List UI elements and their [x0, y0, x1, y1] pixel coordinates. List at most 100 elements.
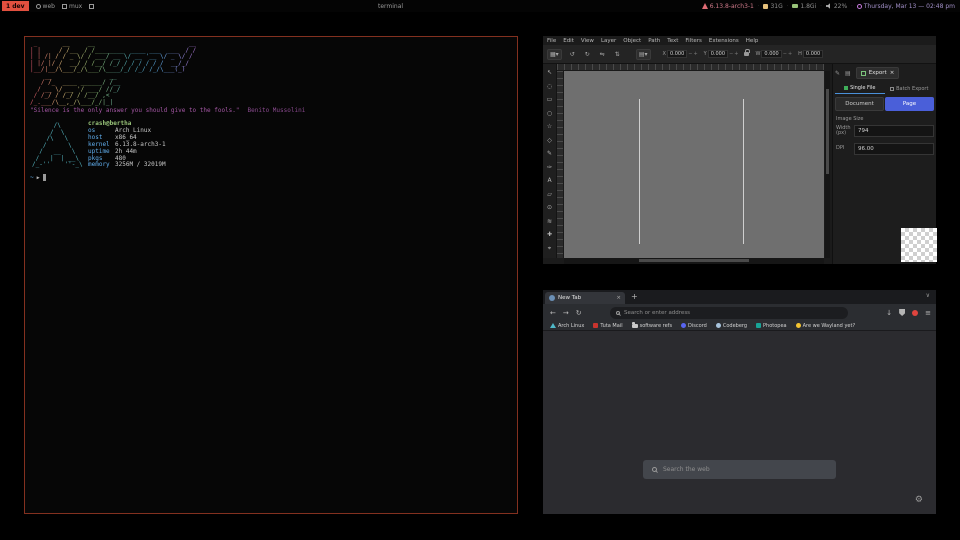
menu-extensions[interactable]: Extensions — [709, 38, 739, 44]
menu-help[interactable]: Help — [746, 38, 759, 44]
browser-window[interactable]: New Tab × + ∨ ← → ↻ ↓ ≡ Arch Linux Tuta … — [543, 290, 936, 514]
workspace-web-label: web — [43, 3, 55, 10]
batch-export-tab[interactable]: Batch Export — [885, 83, 935, 94]
workspace-dev[interactable]: 1 dev — [2, 1, 29, 11]
arch-ascii-logo: /\ / \ /\ \ / \ / __ \ / | | __\ /_-'' '… — [32, 123, 83, 169]
menu-bar: File Edit View Layer Object Path Text Fi… — [543, 36, 936, 45]
bookmark-arch-linux[interactable]: Arch Linux — [550, 323, 584, 329]
active-tab[interactable]: New Tab × — [545, 292, 625, 304]
shield-icon[interactable] — [899, 309, 905, 316]
document-button[interactable]: Document — [835, 97, 884, 111]
rotate-cw-button[interactable]: ↻ — [583, 50, 592, 59]
bookmark-discord[interactable]: Discord — [681, 323, 707, 329]
dropper-tool[interactable]: ⊙ — [547, 204, 552, 211]
width-input[interactable] — [854, 125, 934, 137]
measure-tool[interactable]: ⌖ — [548, 245, 551, 253]
horizontal-scrollbar[interactable] — [564, 258, 824, 264]
menu-text[interactable]: Text — [667, 38, 678, 44]
w-value[interactable]: 0.000 — [761, 50, 781, 58]
page-button[interactable]: Page — [885, 97, 934, 111]
y-coordinate-field[interactable]: Y 0.000 − + — [704, 50, 739, 58]
plus-icon[interactable]: + — [788, 51, 792, 57]
text-tool[interactable]: A — [547, 177, 551, 184]
downloads-icon[interactable]: ↓ — [886, 309, 892, 317]
scroll-thumb[interactable] — [639, 259, 749, 262]
h-value[interactable]: 0.000 — [803, 50, 823, 58]
menu-path[interactable]: Path — [648, 38, 660, 44]
menu-filters[interactable]: Filters — [685, 38, 702, 44]
menu-edit[interactable]: Edit — [563, 38, 574, 44]
menu-object[interactable]: Object — [623, 38, 641, 44]
selector-tool[interactable]: ↖ — [547, 69, 552, 76]
tab-overflow-icon[interactable]: ∨ — [926, 292, 930, 299]
menu-file[interactable]: File — [547, 38, 556, 44]
pen-tool[interactable]: ✑ — [547, 164, 552, 171]
selection-mode-dropdown[interactable]: ▦▾ — [547, 49, 562, 60]
pencil-tool[interactable]: ✎ — [547, 150, 552, 157]
rotate-ccw-button[interactable]: ↺ — [568, 50, 577, 59]
minus-icon[interactable]: − — [783, 51, 787, 57]
volume-module[interactable]: 22% — [826, 3, 847, 10]
recording-indicator-icon[interactable] — [912, 310, 918, 316]
minus-icon[interactable]: − — [729, 51, 733, 57]
menu-view[interactable]: View — [581, 38, 594, 44]
ellipse-tool[interactable]: ○ — [547, 110, 552, 117]
flip-horizontal-button[interactable]: ⇋ — [598, 50, 607, 59]
shell-prompt[interactable]: ~ ▶ — [30, 174, 46, 181]
dpi-input[interactable] — [854, 143, 934, 155]
lock-ratio-icon[interactable] — [744, 52, 749, 56]
scale-mode-dropdown[interactable]: ▤▾ — [636, 49, 651, 60]
connector-tool[interactable]: ✚ — [547, 231, 552, 238]
canvas[interactable] — [564, 71, 824, 258]
reload-button[interactable]: ↻ — [576, 309, 582, 317]
edit-panel-icon[interactable]: ✎ — [835, 70, 840, 77]
gradient-tool[interactable]: ▱ — [547, 191, 552, 198]
node-tool[interactable]: ◌ — [547, 83, 552, 90]
web-search-input[interactable] — [663, 466, 827, 473]
layers-panel-icon[interactable]: ▤ — [845, 70, 851, 77]
plus-icon[interactable]: + — [693, 51, 697, 57]
export-tab[interactable]: Export × — [856, 67, 900, 79]
bookmark-software-refs[interactable]: software refs — [632, 323, 672, 329]
inkscape-window[interactable]: File Edit View Layer Object Path Text Fi… — [543, 36, 936, 264]
bookmark-codeberg[interactable]: Codeberg — [716, 323, 747, 329]
tweak-tool[interactable]: ≋ — [547, 218, 552, 225]
bookmark-tuta-mail[interactable]: Tuta Mail — [593, 323, 622, 329]
minus-icon[interactable]: − — [688, 51, 692, 57]
workspace-mux[interactable]: mux — [62, 3, 82, 10]
vertical-scrollbar[interactable] — [825, 71, 830, 258]
url-bar[interactable] — [610, 307, 848, 319]
width-field[interactable]: W 0.000 − + — [755, 50, 792, 58]
plus-icon[interactable]: + — [734, 51, 738, 57]
workspace-web[interactable]: web — [36, 3, 55, 10]
star-tool[interactable]: ☆ — [547, 123, 552, 130]
bookmark-are-we-wayland-yet[interactable]: Are we Wayland yet? — [796, 323, 855, 329]
height-field[interactable]: H 0.000 — [798, 50, 823, 58]
url-input[interactable] — [624, 310, 842, 316]
scroll-thumb[interactable] — [826, 89, 829, 174]
back-button[interactable]: ← — [550, 309, 556, 317]
single-file-tab[interactable]: Single File — [835, 83, 885, 94]
new-tab-button[interactable]: + — [631, 292, 638, 301]
forward-button[interactable]: → — [563, 309, 569, 317]
menu-icon[interactable]: ≡ — [925, 309, 931, 317]
bookmark-photopea[interactable]: Photopea — [756, 323, 787, 329]
web-search-box[interactable] — [643, 460, 836, 479]
x-coordinate-field[interactable]: X 0.000 − + — [663, 50, 698, 58]
gear-icon[interactable]: ⚙ — [915, 495, 923, 505]
workspace-empty[interactable] — [89, 4, 94, 9]
y-value[interactable]: 0.000 — [708, 50, 728, 58]
bookmark-label: Arch Linux — [558, 323, 584, 329]
close-tab-icon[interactable]: × — [616, 295, 621, 301]
separator: · — [787, 3, 789, 9]
bookmark-label: Codeberg — [723, 323, 747, 329]
rectangle-tool[interactable]: ▭ — [547, 96, 553, 103]
polygon-tool[interactable]: ◇ — [547, 137, 552, 144]
close-icon[interactable]: × — [890, 70, 895, 76]
arch-icon — [702, 3, 708, 9]
terminal-window[interactable]: _ __ __ __ | | / /__ / /________ ____ __… — [24, 36, 518, 514]
bookmark-label: software refs — [640, 323, 672, 329]
menu-layer[interactable]: Layer — [601, 38, 616, 44]
flip-vertical-button[interactable]: ⇅ — [613, 50, 622, 59]
x-value[interactable]: 0.000 — [667, 50, 687, 58]
